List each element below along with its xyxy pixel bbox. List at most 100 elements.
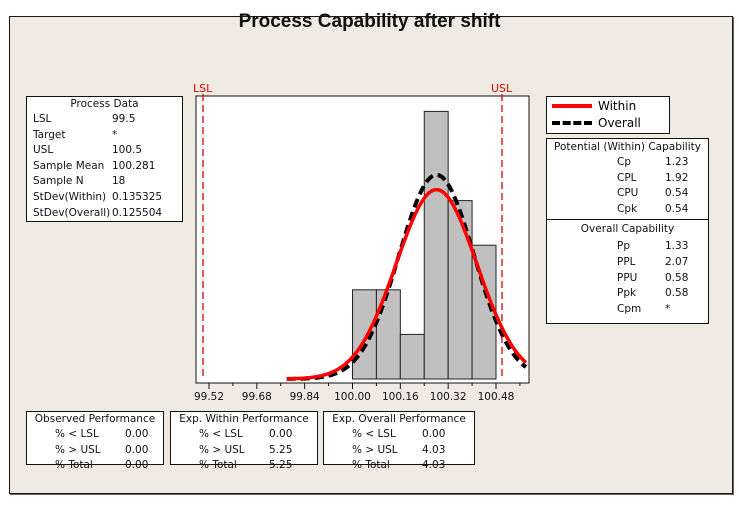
exp-overall-performance-row-label: % < LSL <box>352 428 396 440</box>
exp-within-performance-row-value: 5.25 <box>269 443 293 456</box>
potential-capability-row: Cp 1.23 <box>547 155 708 171</box>
exp-within-performance-row-value: 5.25 <box>269 459 293 472</box>
potential-capability-row-value: 0.54 <box>665 202 689 215</box>
histogram-bar <box>447 200 473 380</box>
observed-performance-row-label: % Total <box>55 459 93 472</box>
process-data-row: Sample Mean 100.281 <box>27 159 182 175</box>
process-data-row-value: 18 <box>112 175 126 188</box>
exp-within-performance-row-label: % > USL <box>199 443 245 456</box>
process-data-row: LSL 99.5 <box>27 112 182 128</box>
process-data-row-value: 99.5 <box>112 113 136 125</box>
potential-capability-row: CPU 0.54 <box>547 186 708 202</box>
process-data-row-value: 100.5 <box>112 144 143 157</box>
overall-capability-row-label: Pp <box>617 240 630 253</box>
observed-performance-row: % Total 0.00 <box>27 458 163 474</box>
x-tick-label: 99.68 <box>242 391 272 403</box>
exp-overall-performance-row: % < LSL 0.00 <box>324 427 474 443</box>
legend-item-overall: Overall <box>547 114 669 131</box>
overall-capability-header: Overall Capability <box>580 223 675 236</box>
overall-capability-row-value: 0.58 <box>665 287 689 300</box>
potential-capability-row-value: 1.23 <box>665 156 689 168</box>
capability-divider <box>547 219 708 221</box>
observed-performance-row: % < LSL 0.00 <box>27 427 163 443</box>
process-data-row-label: Sample N <box>33 175 84 188</box>
capability-box: Potential (Within) Capability Cp 1.23 CPL 1… <box>546 138 709 324</box>
overall-capability-row-value: 0.58 <box>665 271 689 284</box>
overall-capability-row: PPL 2.07 <box>547 255 708 271</box>
potential-capability-row: Cpk 0.54 <box>547 202 708 218</box>
observed-performance-row-value: 0.00 <box>125 443 149 456</box>
exp-overall-performance-row-value: 4.03 <box>422 459 446 472</box>
process-data-box: Process Data LSL 99.5 Target * USL 100.5 Sampl… <box>26 96 183 222</box>
exp-within-performance-row-label: % < LSL <box>199 428 243 440</box>
observed-performance-row-value: 0.00 <box>125 459 149 472</box>
exp-overall-performance-row-value: 4.03 <box>422 443 446 456</box>
exp-overall-performance-row-label: % > USL <box>352 443 398 456</box>
x-tick-label: 100.00 <box>334 391 371 403</box>
process-data-row-label: StDev(Overall) <box>33 206 111 219</box>
exp-overall-performance-box: Exp. Overall Performance % < LSL 0.00 % > … <box>323 411 475 471</box>
exp-within-performance-box: Exp. Within Performance % < LSL 0.00 % > U… <box>170 411 318 471</box>
potential-capability-row: CPL 1.92 <box>547 171 708 187</box>
overall-capability-row: Ppk 0.58 <box>547 286 708 302</box>
potential-capability-row-label: CPL <box>617 171 637 184</box>
observed-performance-box: Observed Performance % < LSL 0.00 % > USL 0… <box>26 411 164 471</box>
overall-capability-row: Pp 1.33 <box>547 239 708 255</box>
process-data-row: Target * <box>27 128 182 144</box>
x-tick-label: 99.52 <box>194 391 224 403</box>
process-data-row: USL 100.5 <box>27 143 182 159</box>
process-data-header: Process Data <box>70 98 139 110</box>
exp-within-performance-header: Exp. Within Performance <box>179 413 309 425</box>
potential-capability-row-label: Cpk <box>617 202 638 215</box>
overall-capability-row-label: PPU <box>617 271 638 284</box>
process-data-row-label: Target <box>33 128 66 141</box>
potential-capability-header: Potential (Within) Capability <box>554 141 701 153</box>
overall-capability-row: PPU 0.58 <box>547 271 708 287</box>
histogram-bar <box>399 333 425 380</box>
legend-label-overall: Overall <box>598 115 641 130</box>
potential-capability-row-label: CPU <box>617 187 639 200</box>
exp-overall-performance-row: % > USL 4.03 <box>324 443 474 459</box>
overall-capability-row-value: 1.33 <box>665 240 689 253</box>
overall-capability-row-value: * <box>665 302 671 315</box>
process-data-row-value: 100.281 <box>112 159 156 172</box>
exp-within-performance-row-label: % Total <box>199 459 237 472</box>
process-data-row: StDev(Overall) 0.125504 <box>27 206 182 222</box>
process-data-row-value: 0.135325 <box>112 190 163 203</box>
process-data-row-value: * <box>112 128 118 141</box>
potential-capability-row-value: 1.92 <box>665 171 689 184</box>
usl-label: USL <box>491 82 513 95</box>
potential-capability-row-label: Cp <box>617 156 631 168</box>
exp-within-performance-row: % Total 5.25 <box>171 458 317 474</box>
overall-swatch-icon <box>552 120 592 125</box>
observed-performance-header: Observed Performance <box>34 413 156 425</box>
process-data-row-label: USL <box>33 144 54 157</box>
exp-overall-performance-header: Exp. Overall Performance <box>332 413 466 425</box>
process-data-row-label: StDev(Within) <box>33 190 107 203</box>
observed-performance-row-label: % > USL <box>55 443 101 456</box>
histogram-bar <box>423 110 449 380</box>
exp-overall-performance-row-value: 0.00 <box>422 428 446 440</box>
overall-capability-row-label: Cpm <box>617 302 642 315</box>
overall-capability-row-label: PPL <box>617 255 636 268</box>
lsl-label: LSL <box>193 82 213 95</box>
exp-within-performance-row: % < LSL 0.00 <box>171 427 317 443</box>
process-data-row: StDev(Within) 0.135325 <box>27 190 182 206</box>
observed-performance-row-value: 0.00 <box>125 428 149 440</box>
overall-capability-row: Cpm * <box>547 302 708 318</box>
process-data-row-label: Sample Mean <box>33 159 105 172</box>
legend: Within Overall <box>546 96 670 134</box>
x-tick-label: 100.16 <box>382 391 419 403</box>
exp-within-performance-row-value: 0.00 <box>269 428 293 440</box>
overall-capability-row-label: Ppk <box>617 287 637 300</box>
x-tick-label: 99.84 <box>290 391 320 403</box>
x-tick-label: 100.48 <box>478 391 515 403</box>
process-data-row-label: LSL <box>33 113 52 125</box>
potential-capability-row-value: 0.54 <box>665 187 689 200</box>
exp-overall-performance-row: % Total 4.03 <box>324 458 474 474</box>
process-data-row-value: 0.125504 <box>112 206 163 219</box>
observed-performance-row-label: % < LSL <box>55 428 99 440</box>
observed-performance-row: % > USL 0.00 <box>27 443 163 459</box>
exp-within-performance-row: % > USL 5.25 <box>171 443 317 459</box>
legend-label-within: Within <box>598 98 637 113</box>
